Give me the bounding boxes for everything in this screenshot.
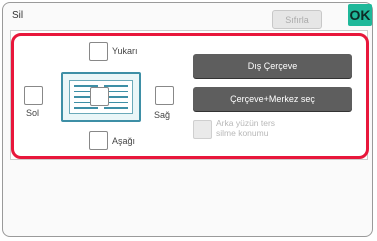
reverse-side-label: Arka yüzün ters silme konumu [216, 118, 275, 138]
erase-screen: Sil Sıfırla OK Yukarı Sol Sağ Aşağı Dış … [0, 0, 377, 241]
right-edge-label: Sağ [154, 110, 171, 120]
bottom-edge-label: Aşağı [112, 136, 136, 146]
outer-frame-button[interactable]: Dış Çerçeve [193, 54, 352, 78]
top-edge-label: Yukarı [112, 46, 138, 56]
frame-center-button[interactable]: Çerçeve+Merkez seç [193, 87, 352, 111]
reverse-side-label-line1: Arka yüzün ters [216, 118, 276, 128]
top-edge-checkbox[interactable] [89, 42, 108, 61]
right-edge-checkbox[interactable] [155, 86, 174, 105]
reverse-side-label-line2: silme konumu [216, 128, 269, 138]
clear-button[interactable]: Sıfırla [272, 10, 322, 29]
reverse-side-checkbox[interactable] [193, 120, 212, 139]
screen-title: Sil [12, 10, 24, 21]
bottom-edge-checkbox[interactable] [89, 131, 108, 150]
center-checkbox[interactable] [90, 87, 109, 106]
left-edge-checkbox[interactable] [24, 86, 43, 105]
left-edge-label: Sol [26, 108, 40, 118]
ok-button[interactable]: OK [348, 4, 372, 26]
